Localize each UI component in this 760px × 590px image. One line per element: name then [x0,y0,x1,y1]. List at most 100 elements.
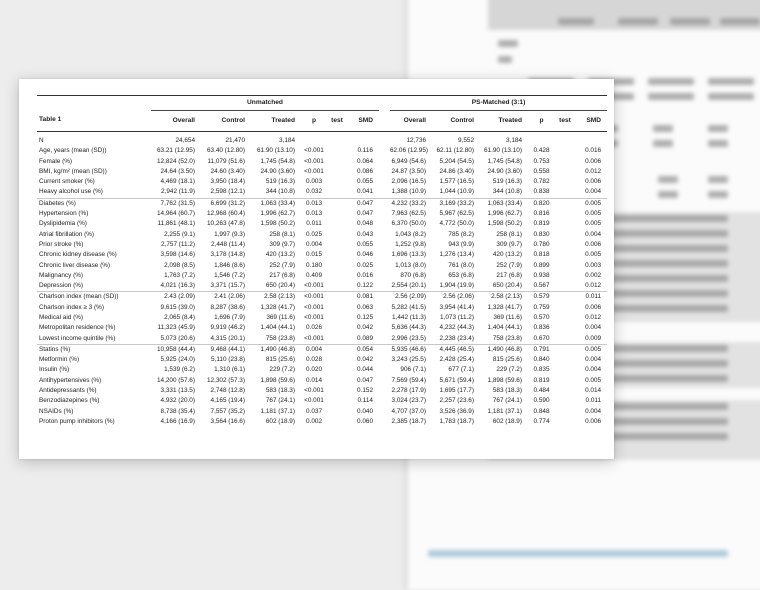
cell-matched: 785 (8.2) [448,230,474,238]
cell-matched: 0.558 [533,167,550,175]
cell-matched: 1,904 (19.9) [439,282,474,290]
cell-matched: 0.014 [585,387,602,395]
cell-matched: 5,282 (41.5) [391,303,426,311]
cell-matched: 0.670 [533,334,550,342]
table-row: Dyslipidemia (%) 11,861 (48.1) 10,263 (47.… [37,219,607,229]
cell-matched: 4,707 (37.0) [391,407,426,415]
cell-matched [555,157,575,167]
table-row: Metropolitan residence (%) 11,323 (45.9) 9… [37,323,607,333]
cell-unmatched: 519 (16.3) [265,178,295,186]
cell-matched: 0.012 [585,167,602,175]
row-label: Metropolitan residence (%) [39,324,116,332]
cell-unmatched: 0.003 [306,178,322,186]
table-row: Chronic liver disease (%) 2,098 (8.5) 1,84… [37,261,607,271]
cell-matched: 61.90 (13.10) [483,147,522,155]
cell-matched: 1,181 (37.1) [487,407,522,415]
cell-matched: 1,044 (10.9) [439,188,474,196]
cell-unmatched [327,343,347,356]
cell-matched: 1,898 (59.6) [487,376,522,384]
cell-matched [575,136,607,146]
cell-matched: 0.753 [533,157,550,165]
cell-unmatched: 0.015 [306,251,322,259]
row-label: Chronic liver disease (%) [39,261,111,269]
cell-matched: 870 (6.8) [400,271,426,279]
row-label: Benzodiazepines (%) [39,397,100,405]
cell-unmatched [327,177,347,187]
row-label: Prior stroke (%) [39,240,84,248]
cell-matched: 0.004 [585,356,602,364]
table-row: Proton pump inhibitors (%) 4,166 (16.9) 3,… [37,417,607,427]
cell-unmatched: 24.64 (3.50) [160,167,195,175]
cell-matched [555,343,575,356]
cell-unmatched: 0.028 [306,356,322,364]
cell-unmatched: 0.016 [357,271,373,279]
cell-unmatched: 252 (7.9) [269,261,295,269]
cell-unmatched: 4,932 (20.0) [160,397,195,405]
cell-matched [555,417,575,427]
cell-unmatched: 1,546 (7.2) [214,271,245,279]
background-table-header [488,0,760,30]
cell-matched [555,366,575,376]
cell-matched: 4,772 (50.0) [439,220,474,228]
cell-matched: 0.004 [585,324,602,332]
cell-matched: 1,996 (62.7) [487,210,522,218]
cell-matched: 0.759 [533,303,550,311]
table-row: N 24,654 21,470 3,184 12,736 9,552 3,184 [37,136,607,146]
cell-unmatched: 0.064 [357,157,373,165]
spacer-cell [379,291,390,303]
cell-matched: 24.90 (3.60) [487,167,522,175]
cell-matched: 0.819 [533,220,550,228]
cell-unmatched [327,250,347,260]
spacer-cell [379,281,390,292]
cell-matched: 0.005 [585,251,602,259]
row-label: Metformin (%) [39,356,80,364]
cell-matched: 0.012 [585,313,602,321]
table-title: Table 1 [37,110,151,132]
cell-unmatched: 0.002 [306,417,322,425]
cell-matched: 0.005 [585,210,602,218]
cell-unmatched: 2,748 (12.8) [210,387,245,395]
spacer-cell [379,146,390,156]
table-row: Benzodiazepines (%) 4,932 (20.0) 4,165 (19… [37,396,607,406]
table-row: Chronic kidney disease (%) 3,598 (14.6) 3,… [37,250,607,260]
row-label: Atrial fibrillation (%) [39,230,95,238]
table-row: Hypertension (%) 14,964 (60.7) 12,968 (60.… [37,209,607,219]
cell-unmatched: 0.152 [357,387,373,395]
spacer-cell [379,157,390,167]
cell-matched: 420 (13.2) [492,251,522,259]
cell-unmatched: 10,263 (47.8) [206,220,245,228]
cell-unmatched: 1,598 (50.2) [260,220,295,228]
cell-unmatched [327,303,347,313]
col-header: test [327,110,347,132]
cell-unmatched [347,136,379,146]
cell-matched: 7,963 (62.5) [391,210,426,218]
cell-matched: 0.780 [533,240,550,248]
cell-unmatched: 0.004 [301,343,327,356]
cell-matched: 4,232 (44.3) [439,324,474,332]
cell-unmatched: 0.037 [306,407,322,415]
cell-unmatched: 0.055 [357,178,373,186]
cell-unmatched: 2,098 (8.5) [164,261,195,269]
table-document: Unmatched PS-Matched (3:1) Table 1 Overa… [19,79,614,459]
cell-unmatched: <0.001 [304,167,324,175]
cell-matched: 369 (11.6) [493,313,522,321]
cell-matched [555,219,575,229]
cell-matched: 0.004 [585,366,602,374]
cell-unmatched [327,230,347,240]
cell-matched: 12,736 [406,136,426,144]
cell-unmatched: 0.114 [357,397,373,405]
cell-unmatched: 602 (18.9) [265,417,295,425]
cell-unmatched: 0.004 [306,240,322,248]
cell-unmatched: 1,996 (62.7) [260,210,295,218]
cell-unmatched: 229 (7.2) [269,366,295,374]
cell-matched: 1,073 (11.2) [440,313,474,321]
group-unmatched: Unmatched [151,95,379,111]
cell-matched: 229 (7.2) [496,366,522,374]
cell-matched [555,396,575,406]
spacer-cell [379,197,390,210]
cell-unmatched: 9,468 (44.1) [201,343,251,356]
cell-matched: 3,169 (33.2) [432,197,480,210]
spacer-cell [379,230,390,240]
cell-unmatched: 0.042 [357,356,373,364]
row-label: Chronic kidney disease (%) [39,251,117,259]
